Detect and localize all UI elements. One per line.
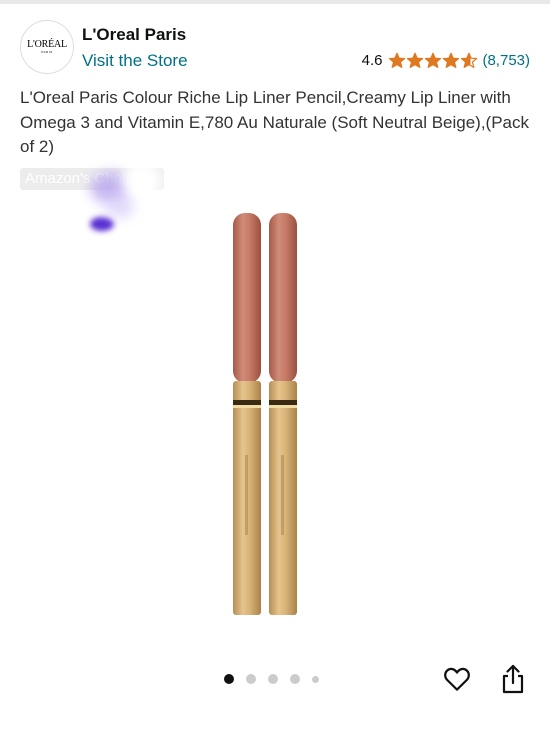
carousel-dot[interactable] bbox=[224, 674, 234, 684]
product-image[interactable] bbox=[210, 205, 320, 625]
store-logo[interactable]: L'ORÉAL PARIS bbox=[20, 20, 74, 74]
carousel-dot[interactable] bbox=[290, 674, 300, 684]
carousel-dot[interactable] bbox=[246, 674, 256, 684]
heart-icon[interactable] bbox=[442, 664, 472, 694]
star-icon bbox=[407, 52, 424, 68]
product-title: L'Oreal Paris Colour Riche Lip Liner Pen… bbox=[20, 88, 530, 156]
brand-name[interactable]: L'Oreal Paris bbox=[82, 25, 186, 45]
top-divider bbox=[0, 0, 550, 4]
star-rating bbox=[388, 52, 478, 69]
rating-value: 4.6 bbox=[361, 52, 383, 69]
lip-liner-pencil-2 bbox=[269, 213, 297, 615]
carousel-dot[interactable] bbox=[312, 675, 319, 683]
store-logo-text: L'ORÉAL bbox=[27, 38, 67, 50]
star-icon bbox=[389, 52, 406, 68]
rating-summary[interactable]: 4.6 (8,753) bbox=[362, 52, 530, 69]
star-icon bbox=[443, 52, 460, 68]
carousel-dot[interactable] bbox=[268, 674, 278, 684]
store-logo-subtext: PARIS bbox=[41, 49, 53, 54]
ratings-count-link[interactable]: (8,753) bbox=[482, 52, 530, 69]
smudge-overlay bbox=[80, 150, 170, 240]
share-icon[interactable] bbox=[499, 663, 527, 695]
lip-liner-pencil-1 bbox=[233, 213, 261, 615]
star-icon bbox=[425, 52, 442, 68]
visit-store-link[interactable]: Visit the Store bbox=[82, 51, 188, 71]
star-icon bbox=[461, 52, 478, 68]
image-carousel-dots[interactable] bbox=[224, 674, 331, 684]
